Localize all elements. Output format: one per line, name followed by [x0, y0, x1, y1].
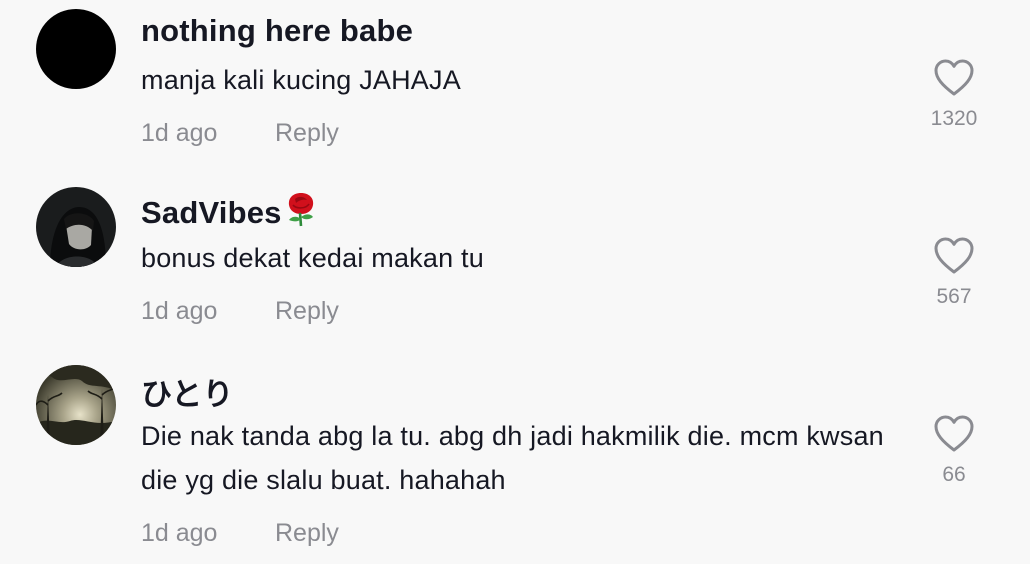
comment-text: bonus dekat kedai makan tu — [141, 243, 484, 273]
like-control: 66 — [914, 415, 994, 487]
comment-time: 1d ago — [141, 119, 218, 147]
comment-username-text: SadVibes — [141, 195, 282, 230]
comment-username[interactable]: SadVibes — [141, 191, 318, 235]
heart-outline-icon[interactable] — [934, 237, 974, 275]
avatar-image — [36, 187, 116, 267]
reply-button[interactable]: Reply — [275, 119, 339, 148]
rose-emoji-icon — [284, 191, 318, 235]
comment-time: 1d ago — [141, 519, 218, 547]
avatar[interactable] — [36, 187, 116, 267]
like-control: 1320 — [914, 59, 994, 131]
like-count: 66 — [942, 463, 966, 486]
avatar[interactable] — [36, 365, 116, 445]
heart-outline-icon[interactable] — [934, 59, 974, 97]
like-control: 567 — [914, 237, 994, 309]
comment-username[interactable]: nothing here babe — [141, 13, 413, 49]
comment-text: manja kali kucing JAHAJA — [141, 65, 461, 95]
comment-meta: 1d ago Reply — [141, 297, 339, 326]
avatar-image — [36, 9, 116, 89]
like-count: 567 — [936, 285, 972, 308]
avatar-image — [36, 365, 116, 445]
comment-list: nothing here babe manja kali kucing JAHA… — [0, 0, 1030, 564]
comment-meta: 1d ago Reply — [141, 119, 339, 148]
like-count: 1320 — [930, 107, 978, 130]
avatar[interactable] — [36, 9, 116, 89]
comment-meta: 1d ago Reply — [141, 519, 339, 548]
comment-time: 1d ago — [141, 297, 218, 325]
comment-text: Die nak tanda abg la tu. abg dh jadi hak… — [141, 421, 884, 495]
heart-outline-icon[interactable] — [934, 415, 974, 453]
reply-button[interactable]: Reply — [275, 297, 339, 326]
comment-username[interactable]: ひとり — [141, 369, 234, 414]
reply-button[interactable]: Reply — [275, 519, 339, 548]
